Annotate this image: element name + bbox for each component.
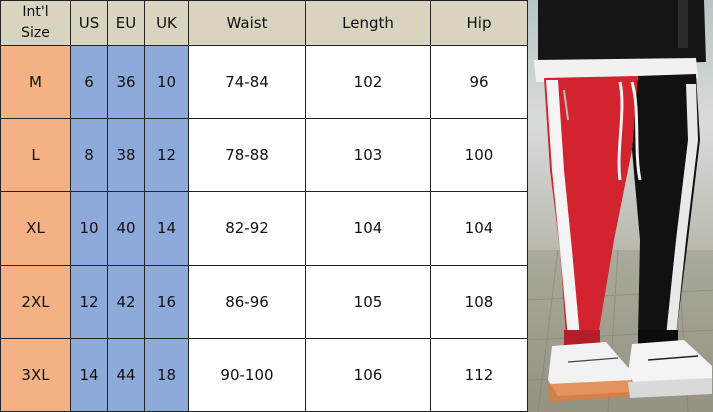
cell-us: 14 xyxy=(70,337,108,412)
table-row: 2XL 12 42 16 86-96 105 108 xyxy=(0,264,528,339)
cell-uk: 12 xyxy=(144,118,189,193)
cell-waist: 86-96 xyxy=(188,264,306,339)
header-uk: UK xyxy=(144,0,189,46)
header-intl-label: Int'l xyxy=(22,4,49,20)
cell-length: 102 xyxy=(305,44,431,120)
header-size-label: Size xyxy=(21,25,50,41)
cell-hip: 112 xyxy=(430,337,528,412)
size-chart: Int'l Size US EU UK Waist Length Hip M63… xyxy=(0,0,528,412)
header-length: Length xyxy=(305,0,431,46)
cell-size: XL xyxy=(0,191,71,266)
cell-uk: 14 xyxy=(144,191,189,266)
header-us: US xyxy=(70,0,108,46)
cell-size: 2XL xyxy=(0,264,71,339)
cell-length: 103 xyxy=(305,118,431,193)
cell-length: 105 xyxy=(305,264,431,339)
table-row: 3XL 14 44 18 90-100 106 112 xyxy=(0,337,528,412)
header-row: Int'l Size US EU UK Waist Length Hip xyxy=(0,0,528,46)
cell-uk: 16 xyxy=(144,264,189,339)
cell-size: L xyxy=(0,118,71,193)
cell-waist: 74-84 xyxy=(188,44,306,120)
cell-eu: 36 xyxy=(107,44,145,120)
cell-us: 10 xyxy=(70,191,108,266)
header-waist: Waist xyxy=(188,0,306,46)
cell-waist: 82-92 xyxy=(188,191,306,266)
cell-us: 8 xyxy=(70,118,108,193)
header-intl-size: Int'l Size xyxy=(0,0,71,46)
cell-waist: 78-88 xyxy=(188,118,306,193)
cell-hip: 96 xyxy=(430,44,528,120)
cell-us: 12 xyxy=(70,264,108,339)
table-row: XL 10 40 14 82-92 104 104 xyxy=(0,191,528,266)
cell-uk: 10 xyxy=(144,44,189,120)
size-table: Int'l Size US EU UK Waist Length Hip M63… xyxy=(0,0,528,412)
header-eu: EU xyxy=(107,0,145,46)
cell-eu: 38 xyxy=(107,118,145,193)
cell-eu: 44 xyxy=(107,337,145,412)
cell-eu: 42 xyxy=(107,264,145,339)
cell-us: 6 xyxy=(70,44,108,120)
table-row: M 6 36 10 74-84 102 96 xyxy=(0,44,528,120)
product-photo xyxy=(527,0,713,412)
cell-hip: 100 xyxy=(430,118,528,193)
cell-size: M xyxy=(0,44,71,120)
cell-length: 106 xyxy=(305,337,431,412)
cell-eu: 40 xyxy=(107,191,145,266)
pants-illustration xyxy=(528,0,713,412)
cell-waist: 90-100 xyxy=(188,337,306,412)
table-row: L 8 38 12 78-88 103 100 xyxy=(0,118,528,193)
header-hip: Hip xyxy=(430,0,528,46)
cell-hip: 104 xyxy=(430,191,528,266)
cell-uk: 18 xyxy=(144,337,189,412)
cell-hip: 108 xyxy=(430,264,528,339)
cell-size: 3XL xyxy=(0,337,71,412)
cell-length: 104 xyxy=(305,191,431,266)
